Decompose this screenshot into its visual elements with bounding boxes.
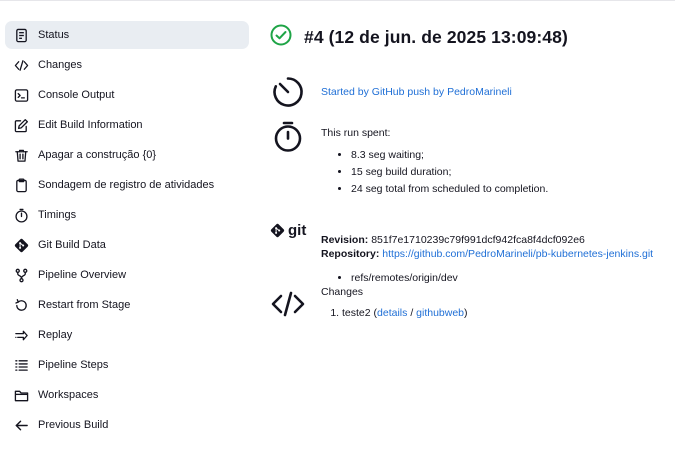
changes-list: teste2 (details / githubweb) xyxy=(321,306,651,320)
githubweb-link[interactable]: githubweb xyxy=(416,307,464,319)
sidebar-item-activity-log[interactable]: Sondagem de registro de atividades xyxy=(5,171,249,199)
git-section: git Revision: 851f7e1710239c79f991dcf942… xyxy=(270,212,675,284)
refs-list: refs/remotes/origin/dev xyxy=(321,271,675,285)
replay-icon xyxy=(13,327,29,343)
steps-list-icon xyxy=(13,357,29,373)
build-header: #4 (12 de jun. de 2025 13:09:48) xyxy=(270,20,670,54)
edit-icon xyxy=(13,117,29,133)
repository-row: Repository: https://github.com/PedroMari… xyxy=(321,247,675,261)
restart-icon xyxy=(13,297,29,313)
repository-label: Repository: xyxy=(321,248,380,260)
terminal-icon xyxy=(13,87,29,103)
sidebar-item-git-build-data[interactable]: Git Build Data xyxy=(5,231,249,259)
pipeline-icon xyxy=(13,267,29,283)
sidebar-item-label: Status xyxy=(38,29,70,41)
sidebar-item-label: Apagar a construção {0} xyxy=(38,149,157,161)
clipboard-icon xyxy=(13,177,29,193)
timing-item: 15 seg build duration; xyxy=(351,165,651,179)
change-item: teste2 (details / githubweb) xyxy=(342,306,651,320)
changes-section: Changes teste2 (details / githubweb) xyxy=(270,286,675,338)
git-logo-text: git xyxy=(288,222,307,239)
sidebar-item-label: Pipeline Overview xyxy=(38,269,127,281)
stopwatch-icon xyxy=(13,207,29,223)
timer-icon xyxy=(271,75,305,109)
sidebar-item-previous-build[interactable]: Previous Build xyxy=(5,411,249,439)
sidebar-item-label: Git Build Data xyxy=(38,239,106,251)
link-separator: / xyxy=(410,307,414,319)
sidebar-item-label: Workspaces xyxy=(38,389,99,401)
sidebar-item-status[interactable]: Status xyxy=(5,21,249,49)
page: Status Changes Console Output Edit Build… xyxy=(0,0,675,458)
sidebar-item-label: Sondagem de registro de atividades xyxy=(38,179,215,191)
git-logo: git xyxy=(270,222,306,239)
trash-icon xyxy=(13,147,29,163)
sidebar-item-label: Replay xyxy=(38,329,73,341)
timing-item: 8.3 seg waiting; xyxy=(351,148,651,162)
trigger-link[interactable]: Started by GitHub push by PedroMarineli xyxy=(321,86,512,98)
sidebar-item-label: Previous Build xyxy=(38,419,109,431)
stopwatch-large-icon xyxy=(271,120,305,154)
sidebar: Status Changes Console Output Edit Build… xyxy=(5,21,249,441)
trigger-section: Started by GitHub push by PedroMarineli xyxy=(270,74,675,110)
repository-link[interactable]: https://github.com/PedroMarineli/pb-kube… xyxy=(382,248,653,260)
code-large-icon xyxy=(271,288,305,322)
revision-label: Revision: xyxy=(321,234,369,246)
sidebar-item-pipeline-steps[interactable]: Pipeline Steps xyxy=(5,351,249,379)
git-diamond-icon xyxy=(270,223,285,238)
revision-row: Revision: 851f7e1710239c79f991dcf942fca8… xyxy=(321,233,675,247)
sidebar-item-delete-build[interactable]: Apagar a construção {0} xyxy=(5,141,249,169)
main-content: #4 (12 de jun. de 2025 13:09:48) Started… xyxy=(270,20,670,319)
ref-item: refs/remotes/origin/dev xyxy=(351,271,675,285)
folder-icon xyxy=(13,387,29,403)
success-check-icon xyxy=(270,24,292,51)
sidebar-item-pipeline-overview[interactable]: Pipeline Overview xyxy=(5,261,249,289)
timing-section: This run spent: 8.3 seg waiting; 15 seg … xyxy=(270,120,675,200)
sidebar-item-label: Pipeline Steps xyxy=(38,359,109,371)
sidebar-item-label: Edit Build Information xyxy=(38,119,143,131)
sidebar-item-label: Console Output xyxy=(38,89,115,101)
timing-item: 24 seg total from scheduled to completio… xyxy=(351,182,651,196)
sidebar-item-label: Timings xyxy=(38,209,77,221)
arrow-left-icon xyxy=(13,417,29,433)
sidebar-item-replay[interactable]: Replay xyxy=(5,321,249,349)
sidebar-item-edit-build-information[interactable]: Edit Build Information xyxy=(5,111,249,139)
revision-value: 851f7e1710239c79f991dcf942fca8f4dcf092e6 xyxy=(371,234,585,246)
change-name: teste2 xyxy=(342,307,371,319)
sidebar-item-changes[interactable]: Changes xyxy=(5,51,249,79)
timing-list: 8.3 seg waiting; 15 seg build duration; … xyxy=(321,148,651,196)
sidebar-item-timings[interactable]: Timings xyxy=(5,201,249,229)
changes-heading: Changes xyxy=(321,286,364,298)
page-title: #4 (12 de jun. de 2025 13:09:48) xyxy=(304,26,568,47)
sidebar-item-label: Restart from Stage xyxy=(38,299,131,311)
sidebar-item-restart-from-stage[interactable]: Restart from Stage xyxy=(5,291,249,319)
timing-heading: This run spent: xyxy=(321,127,391,139)
sidebar-item-console-output[interactable]: Console Output xyxy=(5,81,249,109)
sidebar-item-workspaces[interactable]: Workspaces xyxy=(5,381,249,409)
sidebar-item-label: Changes xyxy=(38,59,83,71)
top-divider xyxy=(0,0,675,1)
document-icon xyxy=(13,27,29,43)
code-icon xyxy=(13,57,29,73)
details-link[interactable]: details xyxy=(377,307,407,319)
git-icon xyxy=(13,237,29,253)
